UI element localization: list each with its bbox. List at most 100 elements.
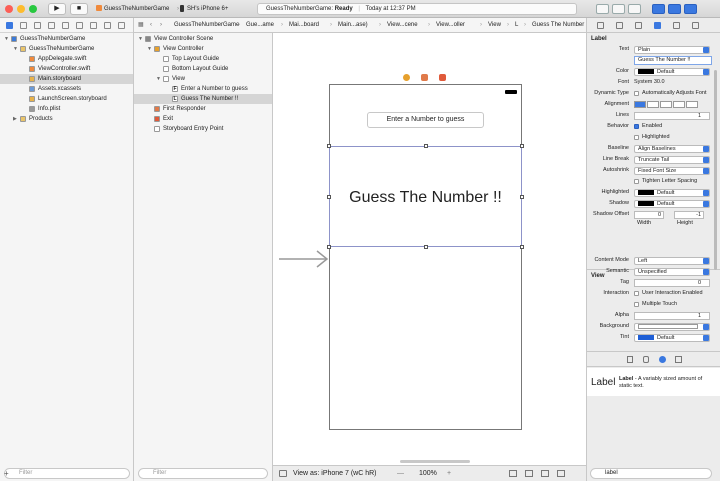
property-popup[interactable]: Fixed Font Size bbox=[634, 167, 710, 175]
enter-number-textfield[interactable]: Enter a Number to guess bbox=[367, 112, 484, 128]
checkbox[interactable] bbox=[634, 124, 639, 129]
checkbox-row[interactable]: Enabled bbox=[634, 123, 662, 129]
resize-handle-tc[interactable] bbox=[424, 144, 428, 148]
outline-item[interactable]: Top Layout Guide bbox=[134, 54, 272, 64]
align-center-icon[interactable] bbox=[647, 101, 659, 108]
media-library-icon[interactable] bbox=[675, 356, 682, 363]
view-as-device[interactable]: View as: iPhone 7 (wC hR) bbox=[293, 466, 377, 481]
entry-point-arrow-icon[interactable] bbox=[279, 250, 329, 268]
jump-bar-item[interactable]: View...cene bbox=[387, 18, 418, 33]
identity-inspector-icon[interactable] bbox=[635, 22, 642, 29]
library-item-label[interactable]: Label Label - A variably sized amount of… bbox=[587, 368, 720, 396]
assistant-editor-button[interactable] bbox=[612, 4, 625, 14]
resize-handle-tr[interactable] bbox=[520, 144, 524, 148]
zoom-in-button[interactable]: + bbox=[447, 466, 451, 481]
outline-item[interactable]: F Enter a Number to guess bbox=[134, 84, 272, 94]
version-editor-button[interactable] bbox=[628, 4, 641, 14]
checkbox-row[interactable]: Tighten Letter Spacing bbox=[634, 178, 697, 184]
outline-item[interactable]: Storyboard Entry Point bbox=[134, 124, 272, 134]
source-control-icon[interactable] bbox=[20, 22, 27, 29]
file-tree-item[interactable]: Assets.xcassets bbox=[0, 84, 133, 94]
standard-editor-button[interactable] bbox=[596, 4, 609, 14]
scheme-selector[interactable]: GuessTheNumberGame › bbox=[96, 3, 179, 15]
align-right-icon[interactable] bbox=[660, 101, 672, 108]
size-inspector-icon[interactable] bbox=[673, 22, 680, 29]
jump-bar-item[interactable]: Main...ase) bbox=[338, 18, 368, 33]
resize-handle-tl[interactable] bbox=[327, 144, 331, 148]
align-icon[interactable] bbox=[509, 470, 517, 477]
outline-item[interactable]: L Guess The Number !! bbox=[134, 94, 272, 104]
outline-item[interactable]: Exit bbox=[134, 114, 272, 124]
color-popup[interactable]: Default bbox=[634, 334, 710, 342]
run-button[interactable]: ▶ bbox=[48, 3, 66, 15]
exit-icon[interactable] bbox=[439, 74, 446, 81]
stepper-field[interactable]: 1 bbox=[634, 312, 710, 320]
checkbox-row[interactable]: Multiple Touch bbox=[634, 301, 677, 307]
resize-handle-br[interactable] bbox=[520, 245, 524, 249]
resize-handle-bc[interactable] bbox=[424, 245, 428, 249]
resize-handle-bl[interactable] bbox=[327, 245, 331, 249]
file-tree-item[interactable]: ▼ GuessTheNumberGame bbox=[0, 34, 133, 44]
checkbox[interactable] bbox=[634, 135, 639, 140]
shadow-offset-height[interactable]: -1 bbox=[674, 211, 704, 219]
symbol-icon[interactable] bbox=[34, 22, 41, 29]
disclosure-open-icon[interactable]: ▼ bbox=[13, 44, 18, 54]
align-natural-icon[interactable] bbox=[686, 101, 698, 108]
navigator-filter[interactable]: + Filter bbox=[4, 468, 130, 479]
property-popup[interactable]: Left bbox=[634, 257, 710, 265]
related-items-icon[interactable]: ▦ bbox=[138, 18, 144, 33]
find-icon[interactable] bbox=[48, 22, 55, 29]
test-icon[interactable] bbox=[76, 22, 83, 29]
property-popup[interactable]: Unspecified bbox=[634, 268, 710, 276]
zoom-window-button[interactable] bbox=[29, 5, 37, 13]
stop-button[interactable]: ■ bbox=[70, 3, 88, 15]
issue-icon[interactable] bbox=[62, 22, 69, 29]
stepper-field[interactable]: 0 bbox=[634, 279, 710, 287]
device-selector[interactable]: SH's iPhone 6+ bbox=[180, 3, 228, 15]
shadow-offset-width[interactable]: 0 bbox=[634, 211, 664, 219]
quick-help-icon[interactable] bbox=[616, 22, 623, 29]
folder-icon[interactable] bbox=[6, 22, 13, 29]
resolve-icon[interactable] bbox=[541, 470, 549, 477]
resizing-icon[interactable] bbox=[557, 470, 565, 477]
jump-bar-item[interactable]: Mai...board bbox=[289, 18, 319, 33]
disclosure-open-icon[interactable]: ▼ bbox=[156, 74, 161, 84]
guess-the-number-label[interactable]: Guess The Number !! bbox=[329, 146, 522, 247]
breakpoint-icon[interactable] bbox=[104, 22, 111, 29]
color-popup[interactable]: Default bbox=[634, 200, 710, 208]
align-left-icon[interactable] bbox=[634, 101, 646, 108]
report-icon[interactable] bbox=[118, 22, 125, 29]
color-popup[interactable] bbox=[634, 323, 710, 331]
jump-bar-item[interactable]: View...oller bbox=[436, 18, 465, 33]
file-template-icon[interactable] bbox=[627, 356, 633, 363]
attributes-inspector-icon[interactable] bbox=[654, 22, 661, 29]
outline-item[interactable]: Bottom Layout Guide bbox=[134, 64, 272, 74]
first-responder-icon[interactable] bbox=[421, 74, 428, 81]
disclosure-open-icon[interactable]: ▼ bbox=[4, 34, 9, 44]
align-justify-icon[interactable] bbox=[673, 101, 685, 108]
resize-handle-mr[interactable] bbox=[520, 195, 524, 199]
jump-bar-item[interactable]: View bbox=[488, 18, 501, 33]
checkbox[interactable] bbox=[634, 91, 639, 96]
property-popup[interactable]: Align Baselines bbox=[634, 145, 710, 153]
checkbox[interactable] bbox=[634, 179, 639, 184]
minimize-window-button[interactable] bbox=[17, 5, 25, 13]
toggle-utilities-button[interactable] bbox=[684, 4, 697, 14]
pin-icon[interactable] bbox=[525, 470, 533, 477]
back-arrow-icon[interactable]: ‹ bbox=[150, 18, 152, 33]
jump-bar-item[interactable]: L bbox=[515, 18, 518, 33]
stepper-field[interactable]: 1 bbox=[634, 112, 710, 120]
file-tree-item[interactable]: ViewController.swift bbox=[0, 64, 133, 74]
sidebar-toggle-icon[interactable] bbox=[279, 470, 287, 477]
object-library-icon[interactable] bbox=[659, 356, 666, 363]
iphone-scene[interactable] bbox=[329, 84, 522, 430]
zoom-level[interactable]: 100% bbox=[419, 466, 437, 481]
color-popup[interactable]: Default bbox=[634, 68, 710, 76]
disclosure-open-icon[interactable]: ▼ bbox=[138, 34, 143, 44]
jump-bar-item[interactable]: Guess The Number !! bbox=[532, 18, 589, 33]
file-tree-item[interactable]: Main.storyboard bbox=[0, 74, 133, 84]
file-tree-item[interactable]: ▶ Products bbox=[0, 114, 133, 124]
jump-bar-item[interactable]: Gue...ame bbox=[246, 18, 274, 33]
color-popup[interactable]: Default bbox=[634, 189, 710, 197]
checkbox-row[interactable]: Automatically Adjusts Font bbox=[634, 90, 707, 96]
